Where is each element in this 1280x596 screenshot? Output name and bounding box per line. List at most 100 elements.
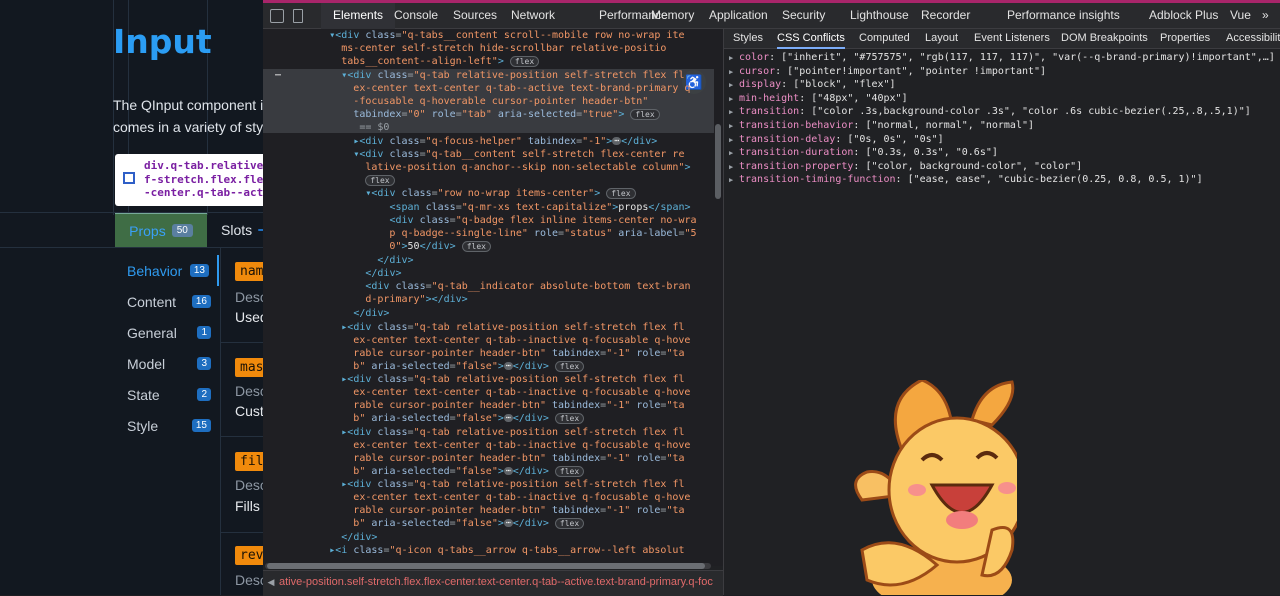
- css-conflict-row[interactable]: ▶ min-height: ["48px", "40px"]: [729, 92, 1279, 106]
- property-values: ["0s, 0s", "0s"]: [847, 133, 944, 145]
- ellipsis-badge[interactable]: ⋯: [503, 467, 513, 475]
- tab-performance-insights[interactable]: Performance insights: [1007, 3, 1120, 29]
- dom-node[interactable]: ▸<div class="q-tab relative-position sel…: [263, 321, 715, 334]
- tab-lighthouse[interactable]: Lighthouse: [850, 3, 909, 29]
- tab-network[interactable]: Network: [511, 3, 555, 29]
- vertical-scrollbar[interactable]: [715, 124, 721, 199]
- tab-security[interactable]: Security: [782, 3, 825, 29]
- dom-node[interactable]: ▾<div class="row no-wrap items-center"> …: [263, 187, 715, 200]
- sidebar-item-style[interactable]: Style 15: [113, 410, 219, 441]
- flex-badge[interactable]: flex: [509, 55, 540, 67]
- panel-divider[interactable]: [723, 29, 724, 595]
- tab-sources[interactable]: Sources: [453, 3, 497, 29]
- expand-arrow-icon[interactable]: ▶: [729, 106, 739, 120]
- css-conflict-row[interactable]: ▶ cursor: ["pointer!important", "pointer …: [729, 65, 1279, 79]
- tab-console[interactable]: Console: [394, 3, 438, 29]
- dom-node[interactable]: ▸<i class="q-icon q-tabs__arrow q-tabs__…: [263, 544, 715, 557]
- flex-badge[interactable]: flex: [630, 108, 660, 120]
- tab-event-listeners[interactable]: Event Listeners: [974, 29, 1050, 47]
- ellipsis-badge[interactable]: ⋯: [612, 137, 622, 145]
- tab-accessibility[interactable]: Accessibility: [1226, 29, 1280, 47]
- dom-node[interactable]: ▸<div class="q-tab relative-position sel…: [263, 478, 715, 491]
- expand-arrow-icon[interactable]: ▶: [729, 79, 739, 93]
- tab-elements[interactable]: Elements: [321, 3, 396, 31]
- property-name: transition-delay: [739, 133, 836, 145]
- tab-vue[interactable]: Vue: [1230, 3, 1251, 29]
- sidebar-item-behavior[interactable]: Behavior 13: [113, 255, 219, 286]
- css-conflict-row[interactable]: ▶ transition-behavior: ["normal, normal",…: [729, 119, 1279, 133]
- css-conflict-row[interactable]: ▶ color: ["inherit", "#757575", "rgb(117,…: [729, 51, 1279, 65]
- tab-application[interactable]: Application: [709, 3, 768, 29]
- dom-node[interactable]: ▸<div class="q-tab relative-position sel…: [263, 373, 715, 386]
- tab-dom-breakpoints[interactable]: DOM Breakpoints: [1061, 29, 1148, 47]
- dom-node[interactable]: ▾<div class="q-tab__content self-stretch…: [263, 148, 715, 161]
- ellipsis-badge[interactable]: ⋯: [503, 362, 513, 370]
- ellipsis-badge[interactable]: ⋯: [503, 414, 513, 422]
- tab-properties[interactable]: Properties: [1160, 29, 1210, 47]
- property-name: transition-duration: [739, 147, 854, 159]
- flex-badge[interactable]: flex: [461, 240, 491, 252]
- tab-computed[interactable]: Computed: [859, 29, 910, 47]
- expand-arrow-icon[interactable]: ▶: [729, 52, 739, 66]
- expand-arrow-icon[interactable]: ▶: [729, 93, 739, 107]
- css-conflict-row[interactable]: ▶ transition-timing-function: ["ease, eas…: [729, 173, 1279, 187]
- horizontal-scrollbar[interactable]: [265, 563, 711, 569]
- chevron-left-icon[interactable]: ◀: [263, 571, 279, 593]
- device-toolbar-icon[interactable]: [293, 9, 303, 23]
- count-badge: 15: [191, 419, 211, 432]
- dom-node[interactable]: <div class="q-badge flex inline items-ce…: [263, 214, 715, 227]
- expand-arrow-icon[interactable]: ▶: [729, 174, 739, 188]
- sidebar-item-state[interactable]: State 2: [113, 379, 219, 410]
- tooltip-line: div.q-tab.relative-posit: [144, 159, 263, 172]
- expand-arrow-icon[interactable]: ▶: [729, 120, 739, 134]
- dom-node[interactable]: ▸<div class="q-focus-helper" tabindex="-…: [263, 135, 715, 148]
- expand-arrow-icon[interactable]: ▶: [729, 161, 739, 175]
- tab-css-conflicts[interactable]: CSS Conflicts: [777, 29, 845, 49]
- ellipsis-badge[interactable]: ⋯: [503, 519, 513, 527]
- inspect-element-icon[interactable]: [270, 9, 284, 23]
- more-tabs-button[interactable]: »: [1262, 3, 1269, 29]
- docs-page: Input The QInput component is comes in a…: [0, 0, 263, 595]
- css-conflict-row[interactable]: ▶ display: ["block", "flex"]: [729, 78, 1279, 92]
- sidebar-item-content[interactable]: Content 16: [113, 286, 219, 317]
- count-badge: 50: [171, 224, 193, 237]
- dom-node-cont: ex-center text-center q-tab--inactive q-…: [263, 335, 691, 346]
- flex-badge[interactable]: flex: [554, 517, 585, 529]
- flex-badge[interactable]: flex: [554, 412, 585, 424]
- count-badge: 16: [191, 295, 211, 308]
- sidebar-item-general[interactable]: General 1: [113, 317, 219, 348]
- tab-recorder[interactable]: Recorder: [921, 3, 970, 29]
- dom-node[interactable]: <div class="q-tab__indicator absolute-bo…: [263, 280, 715, 293]
- dom-node[interactable]: ▸<div class="q-tab relative-position sel…: [263, 426, 715, 439]
- tab-layout[interactable]: Layout: [925, 29, 958, 47]
- tab-slots[interactable]: Slots: [221, 213, 263, 247]
- selected-dom-node[interactable]: ⋯ ▾<div class="q-tab relative-position s…: [263, 69, 715, 82]
- flex-badge[interactable]: flex: [554, 465, 585, 477]
- dom-node[interactable]: ▾<div class="q-tabs__content scroll--mob…: [263, 29, 715, 42]
- tab-adblock-plus[interactable]: Adblock Plus: [1149, 3, 1218, 29]
- expand-arrow-icon[interactable]: ▶: [729, 147, 739, 161]
- prop-name-chip: reve: [235, 546, 263, 565]
- tab-styles[interactable]: Styles: [733, 29, 763, 47]
- flex-badge[interactable]: flex: [554, 360, 585, 372]
- inspect-tooltip: div.q-tab.relative-posit f-stretch.flex.…: [115, 154, 263, 206]
- dom-node[interactable]: <span class="q-mr-xs text-capitalize">pr…: [263, 201, 715, 214]
- property-name: min-height: [739, 92, 800, 104]
- flex-badge[interactable]: flex: [606, 187, 636, 199]
- cat-sticker-image: [854, 380, 1017, 595]
- css-conflict-row[interactable]: ▶ transition-delay: ["0s, 0s", "0s"]: [729, 133, 1279, 147]
- css-conflict-row[interactable]: ▶ transition-duration: ["0.3s, 0.3s", "0.…: [729, 146, 1279, 160]
- tab-props[interactable]: Props 50: [115, 213, 207, 247]
- flex-badge[interactable]: flex: [365, 174, 395, 186]
- expand-arrow-icon[interactable]: ▶: [729, 134, 739, 148]
- tab-memory[interactable]: Memory: [651, 3, 694, 29]
- prop-desc-label: Desc: [235, 383, 263, 399]
- divider: [221, 532, 263, 533]
- breadcrumb-node[interactable]: ative-position.self-stretch.flex.flex-ce…: [279, 576, 713, 588]
- sidebar-item-model[interactable]: Model 3: [113, 348, 219, 379]
- props-category-sidebar: Behavior 13 Content 16 General 1 Model 3…: [113, 255, 219, 441]
- tab-label: Props: [129, 222, 166, 239]
- css-conflict-row[interactable]: ▶ transition-property: ["color, backgroun…: [729, 160, 1279, 174]
- css-conflict-row[interactable]: ▶ transition: ["color .3s,background-colo…: [729, 105, 1279, 119]
- expand-arrow-icon[interactable]: ▶: [729, 66, 739, 80]
